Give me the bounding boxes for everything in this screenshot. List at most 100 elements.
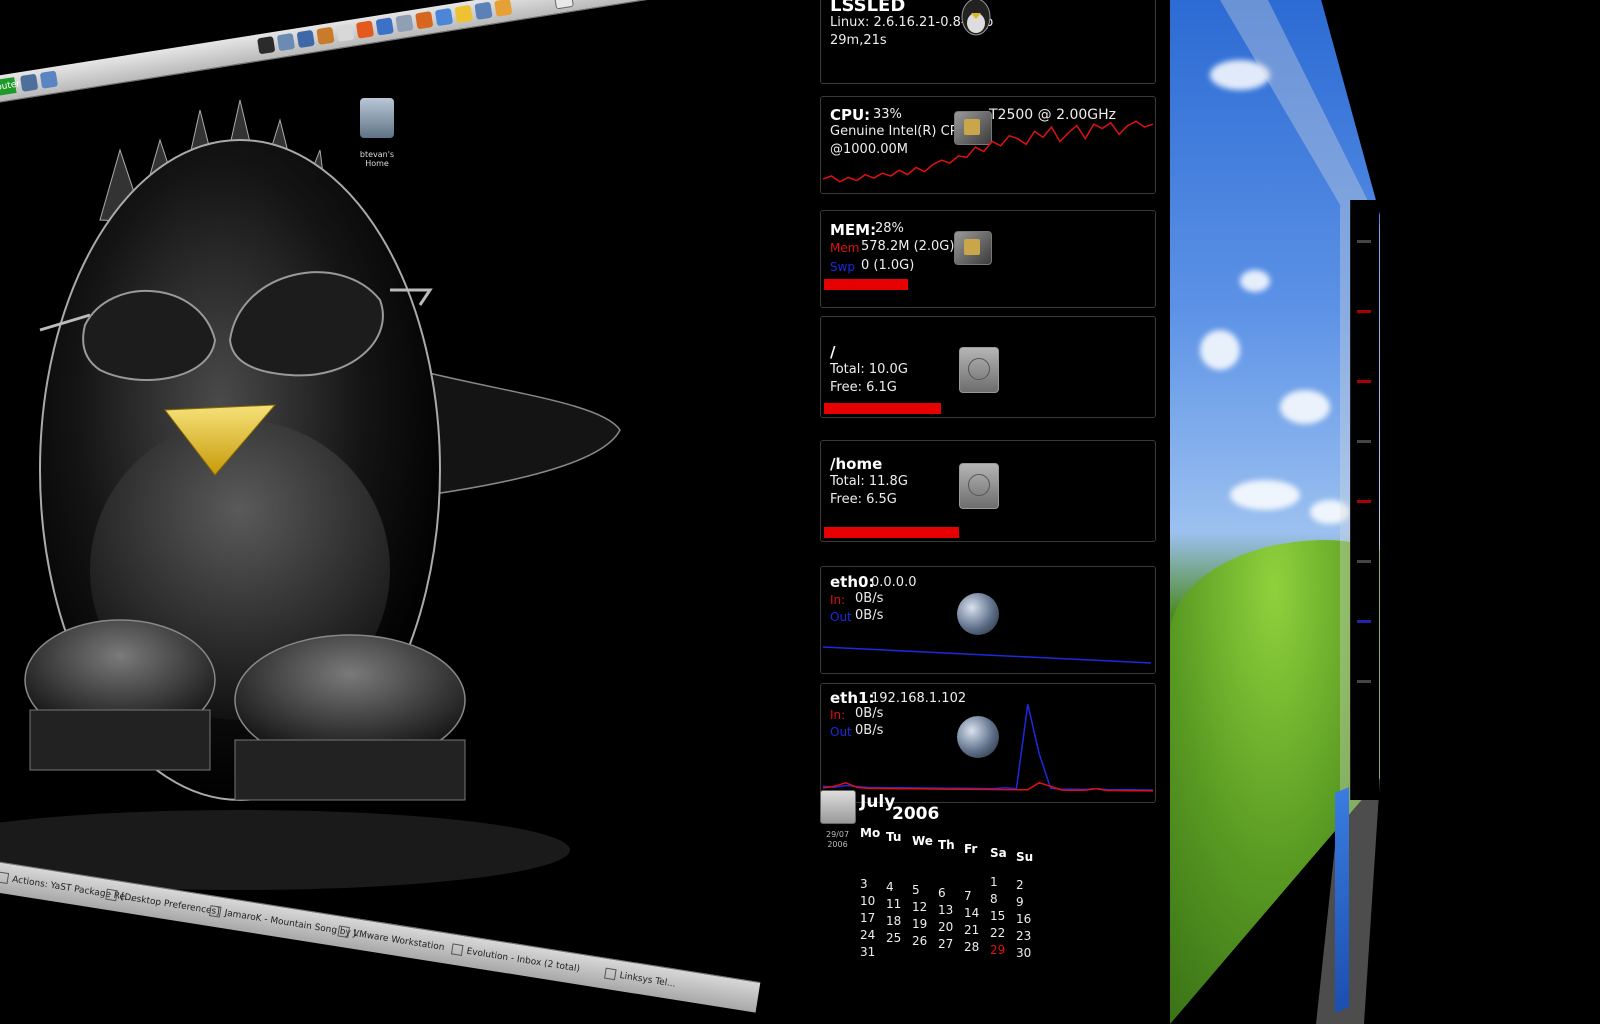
- calendar-day[interactable]: 1: [990, 875, 998, 889]
- cpu-history-line: [822, 120, 1154, 183]
- mail-icon[interactable]: [553, 0, 574, 10]
- strip-mark: [1357, 680, 1371, 683]
- calendar-icon-year: 2006: [827, 840, 848, 849]
- calendar-day[interactable]: 2: [1016, 878, 1024, 892]
- launcher-icon[interactable]: [434, 7, 454, 27]
- calendar-day[interactable]: 17: [860, 911, 875, 925]
- strip-mark: [1357, 380, 1371, 383]
- window-icon: [105, 888, 118, 902]
- eth1-box: eth1: 192.168.1.102 In: 0B/s Out 0B/s: [820, 683, 1156, 803]
- calendar-day[interactable]: 28: [964, 940, 979, 954]
- calendar-day[interactable]: 11: [886, 897, 901, 911]
- launcher-icon[interactable]: [276, 32, 296, 52]
- taskbar-item[interactable]: Evolution - Inbox (2 total): [450, 940, 581, 978]
- window-icon: [604, 967, 617, 981]
- terminal-icon[interactable]: [257, 36, 276, 55]
- calendar-day[interactable]: 27: [938, 937, 953, 951]
- network-globe-icon: [957, 593, 999, 635]
- eth0-in-label: In:: [830, 593, 846, 607]
- calendar-day[interactable]: 14: [964, 906, 979, 920]
- calendar-weekday: We: [912, 834, 933, 848]
- root-total: Total: 10.0G: [830, 362, 908, 377]
- launcher-icon[interactable]: [39, 70, 59, 89]
- calendar-icon-day: 29/07: [826, 830, 850, 839]
- calendar-day[interactable]: 7: [964, 889, 972, 903]
- calendar-day[interactable]: 15: [990, 909, 1005, 923]
- taskbar-item[interactable]: VMware Workstation: [337, 922, 446, 957]
- eth0-out-label: Out: [830, 610, 852, 624]
- eth1-traffic-graph: [822, 704, 1154, 792]
- calendar-weekday: Fr: [964, 842, 978, 856]
- calendar-day[interactable]: 16: [1016, 912, 1031, 926]
- eth0-traffic-graph: [822, 646, 1152, 664]
- swap-label: Swp: [830, 260, 856, 274]
- taskbar-item-label: Evolution - Inbox (2 total): [465, 946, 581, 975]
- launcher-icon[interactable]: [296, 29, 315, 49]
- mem-percent: 28%: [875, 221, 904, 236]
- calendar-month: July: [860, 792, 896, 812]
- calendar-day[interactable]: 18: [886, 914, 901, 928]
- calendar-weekday: Su: [1016, 850, 1034, 864]
- taskbar-item-label: [Desktop Preferences]: [120, 891, 221, 918]
- calendar-day[interactable]: 6: [938, 886, 946, 900]
- calendar-day[interactable]: 8: [990, 892, 998, 906]
- firefox-icon[interactable]: [415, 11, 434, 30]
- calendar-day[interactable]: 23: [1016, 929, 1031, 943]
- calendar-day[interactable]: 3: [860, 877, 868, 891]
- calendar-day[interactable]: 12: [912, 900, 927, 914]
- calendar-day[interactable]: 19: [912, 917, 927, 931]
- calendar-day[interactable]: 9: [1016, 895, 1024, 909]
- calendar-weekday: Sa: [990, 846, 1007, 860]
- calendar-day[interactable]: 10: [860, 894, 875, 908]
- calendar-day[interactable]: 22: [990, 926, 1005, 940]
- tux-icon: [961, 0, 991, 36]
- system-monitor-panel: LSSLED Linux: 2.6.16.21-0.8-smp 29m,21s …: [820, 0, 1160, 1024]
- launcher-icon[interactable]: [355, 20, 375, 39]
- launcher-icon[interactable]: [316, 26, 335, 46]
- calendar-icon-date: 29/07 2006: [826, 830, 849, 850]
- launcher-icon[interactable]: [375, 17, 394, 36]
- uptime: 29m,21s: [830, 33, 887, 48]
- launcher-icon[interactable]: [395, 14, 414, 33]
- root-usage-bar: [824, 403, 941, 414]
- strip-mark: [1357, 560, 1371, 563]
- launcher-icon[interactable]: [494, 0, 513, 17]
- xp-taskbar-edge: [1335, 787, 1349, 1013]
- calendar-day[interactable]: 29: [990, 943, 1005, 957]
- calendar-day[interactable]: 13: [938, 903, 953, 917]
- root-mount: /: [830, 343, 836, 361]
- home-total: Total: 11.8G: [830, 474, 908, 489]
- hard-drive-icon: [959, 347, 999, 393]
- cloud: [1230, 480, 1300, 510]
- cloud: [1280, 390, 1330, 424]
- calendar-day[interactable]: 20: [938, 920, 953, 934]
- strip-mark: [1357, 440, 1371, 443]
- hard-drive-icon: [959, 463, 999, 509]
- calendar-day[interactable]: 4: [886, 880, 894, 894]
- cpu-box: CPU: 33% Genuine Intel(R) CPU T2500 @ 2.…: [820, 96, 1156, 194]
- eth0-ip: 0.0.0.0: [871, 575, 917, 590]
- home-fs-box: /home Total: 11.8G Free: 6.5G: [820, 440, 1156, 542]
- calendar-day[interactable]: 5: [912, 883, 920, 897]
- calendar-day[interactable]: 30: [1016, 946, 1031, 960]
- mem-used-value: 578.2M (2.0G): [861, 239, 955, 254]
- bliss-hill: [1170, 540, 1380, 1020]
- calendar-day[interactable]: 24: [860, 928, 875, 942]
- launcher-icon[interactable]: [474, 1, 493, 20]
- window-icon: [208, 905, 222, 918]
- strip-mark: [1357, 500, 1371, 503]
- memory-usage-bar: [824, 279, 908, 290]
- memory-box: MEM: 28% Mem 578.2M (2.0G) Swp 0 (1.0G): [820, 210, 1156, 308]
- calendar-day[interactable]: 25: [886, 931, 901, 945]
- hostname: LSSLED: [830, 0, 906, 16]
- calendar-day[interactable]: 26: [912, 934, 927, 948]
- strip-mark: [1357, 620, 1371, 623]
- window-icon: [0, 871, 10, 885]
- launcher-icon[interactable]: [336, 23, 355, 42]
- launcher-icon[interactable]: [454, 4, 473, 24]
- calendar-day[interactable]: 21: [964, 923, 979, 937]
- taskbar-item[interactable]: Linksys Tel...: [603, 965, 677, 994]
- calendar-weekday: Tu: [886, 830, 902, 844]
- eth1-out-line: [822, 704, 1154, 791]
- calendar-day[interactable]: 31: [860, 945, 875, 959]
